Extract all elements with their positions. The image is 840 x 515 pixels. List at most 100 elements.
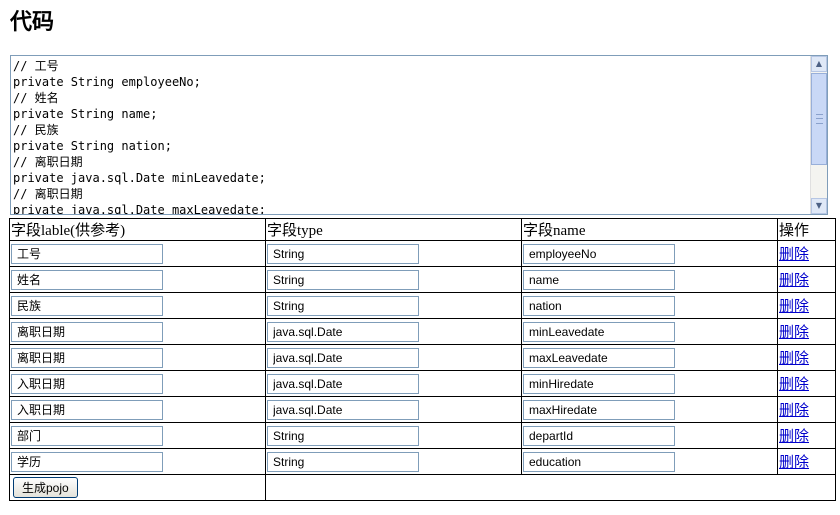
cell-action: 删除 <box>777 292 836 319</box>
field-type-input[interactable] <box>267 374 419 394</box>
field-label-input[interactable] <box>11 451 163 472</box>
header-type: 字段type <box>265 218 522 241</box>
delete-link[interactable]: 删除 <box>779 377 809 393</box>
field-name-input[interactable] <box>523 296 675 316</box>
delete-link[interactable]: 删除 <box>779 351 809 367</box>
fields-table: 字段lable(供参考) 字段type 字段name 操作 删除删除删除删除删除… <box>9 218 836 501</box>
field-label-input[interactable] <box>11 373 163 394</box>
table-row: 删除 <box>9 240 836 267</box>
field-type-input[interactable] <box>267 426 419 446</box>
field-label-input[interactable] <box>11 425 163 446</box>
field-name-input[interactable] <box>523 348 675 368</box>
field-type-input[interactable] <box>267 452 419 472</box>
scroll-up-icon[interactable]: ▲ <box>811 56 827 72</box>
header-label: 字段lable(供参考) <box>9 218 266 241</box>
delete-link[interactable]: 删除 <box>779 429 809 445</box>
code-textarea[interactable]: // 工号 private String employeeNo; // 姓名 priv… <box>10 55 828 215</box>
cell-type <box>265 396 522 423</box>
delete-link[interactable]: 删除 <box>779 403 809 419</box>
field-label-input[interactable] <box>11 399 163 420</box>
scroll-down-icon[interactable]: ▼ <box>811 198 827 214</box>
cell-label <box>9 448 266 475</box>
code-line: private String name; <box>13 107 158 121</box>
cell-type <box>265 318 522 345</box>
field-name-input[interactable] <box>523 244 675 264</box>
delete-link[interactable]: 删除 <box>779 325 809 341</box>
cell-type <box>265 344 522 371</box>
cell-action: 删除 <box>777 240 836 267</box>
table-row: 删除 <box>9 266 836 293</box>
field-name-input[interactable] <box>523 322 675 342</box>
generate-pojo-button[interactable]: 生成pojo <box>13 477 78 498</box>
table-row: 删除 <box>9 448 836 475</box>
table-row: 删除 <box>9 292 836 319</box>
field-type-input[interactable] <box>267 244 419 264</box>
cell-label <box>9 266 266 293</box>
field-name-input[interactable] <box>523 400 675 420</box>
field-type-input[interactable] <box>267 296 419 316</box>
delete-link[interactable]: 删除 <box>779 299 809 315</box>
cell-type <box>265 448 522 475</box>
cell-name <box>521 344 778 371</box>
cell-label <box>9 344 266 371</box>
code-line: private String employeeNo; <box>13 75 201 89</box>
field-name-input[interactable] <box>523 270 675 290</box>
cell-type <box>265 240 522 267</box>
code-line: private java.sql.Date minLeavedate; <box>13 171 266 185</box>
cell-label <box>9 370 266 397</box>
code-line: // 离职日期 <box>13 155 83 169</box>
field-type-input[interactable] <box>267 400 419 420</box>
delete-link[interactable]: 删除 <box>779 247 809 263</box>
cell-name <box>521 396 778 423</box>
field-label-input[interactable] <box>11 243 163 264</box>
generate-cell: 生成pojo <box>9 474 266 501</box>
cell-label <box>9 240 266 267</box>
field-name-input[interactable] <box>523 374 675 394</box>
cell-name <box>521 292 778 319</box>
table-row: 删除 <box>9 344 836 371</box>
scroll-thumb[interactable] <box>811 73 827 165</box>
generate-row: 生成pojo <box>9 474 836 501</box>
code-line: // 姓名 <box>13 91 59 105</box>
grip-icon <box>816 114 823 124</box>
field-label-input[interactable] <box>11 295 163 316</box>
cell-name <box>521 266 778 293</box>
cell-name <box>521 448 778 475</box>
cell-label <box>9 318 266 345</box>
field-type-input[interactable] <box>267 348 419 368</box>
table-row: 删除 <box>9 370 836 397</box>
code-line: private String nation; <box>13 139 172 153</box>
cell-name <box>521 240 778 267</box>
table-row: 删除 <box>9 422 836 449</box>
field-label-input[interactable] <box>11 347 163 368</box>
code-line: // 离职日期 <box>13 187 83 201</box>
empty-cell <box>265 474 836 501</box>
header-name: 字段name <box>521 218 778 241</box>
field-label-input[interactable] <box>11 321 163 342</box>
header-action: 操作 <box>777 218 836 241</box>
cell-action: 删除 <box>777 318 836 345</box>
cell-type <box>265 266 522 293</box>
cell-type <box>265 292 522 319</box>
field-type-input[interactable] <box>267 322 419 342</box>
page-title: 代码 <box>10 10 55 35</box>
field-label-input[interactable] <box>11 269 163 290</box>
cell-type <box>265 370 522 397</box>
cell-label <box>9 396 266 423</box>
cell-label <box>9 292 266 319</box>
delete-link[interactable]: 删除 <box>779 273 809 289</box>
cell-name <box>521 318 778 345</box>
code-scrollbar[interactable]: ▲ ▼ <box>810 56 827 214</box>
code-line: // 工号 <box>13 59 59 73</box>
cell-name <box>521 422 778 449</box>
delete-link[interactable]: 删除 <box>779 455 809 471</box>
cell-type <box>265 422 522 449</box>
field-type-input[interactable] <box>267 270 419 290</box>
cell-action: 删除 <box>777 448 836 475</box>
field-name-input[interactable] <box>523 426 675 446</box>
code-line: private java.sql.Date maxLeavedate; <box>13 203 266 215</box>
cell-action: 删除 <box>777 370 836 397</box>
table-row: 删除 <box>9 396 836 423</box>
field-name-input[interactable] <box>523 452 675 472</box>
table-header-row: 字段lable(供参考) 字段type 字段name 操作 <box>9 218 836 241</box>
